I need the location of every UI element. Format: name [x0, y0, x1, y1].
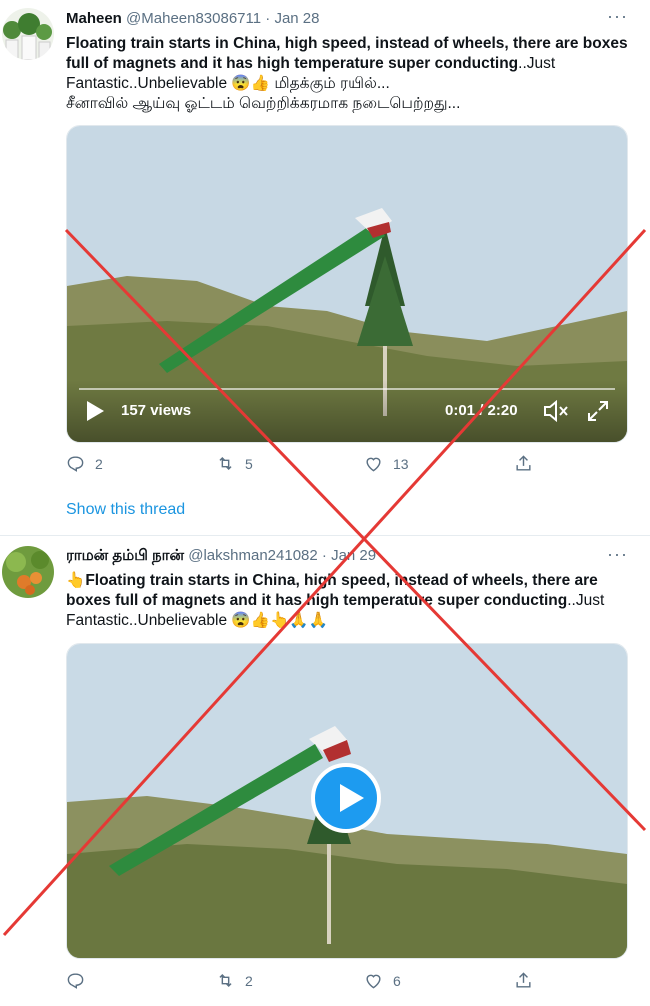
tweet-1[interactable]: Maheen @Maheen83086711 · Jan 28 ··· Floa… — [0, 0, 650, 530]
retweet-count: 2 — [245, 972, 253, 989]
tweet-date[interactable]: Jan 28 — [274, 10, 319, 27]
tweet-text: Floating train starts in China, high spe… — [66, 34, 636, 114]
mute-icon[interactable] — [543, 400, 569, 422]
more-options-icon[interactable]: ··· — [607, 544, 628, 565]
retweet-icon — [219, 456, 232, 471]
share-icon — [516, 455, 531, 471]
avatar[interactable] — [2, 546, 54, 598]
retweet-button[interactable]: 2 — [216, 971, 253, 990]
video-time: 0:01 / 2:20 — [445, 402, 518, 419]
tweet-text: 👆Floating train starts in China, high sp… — [66, 571, 636, 631]
like-button[interactable]: 6 — [364, 971, 401, 990]
like-button[interactable]: 13 — [364, 454, 409, 473]
reply-icon — [67, 456, 84, 472]
tweet-date[interactable]: Jan 29 — [331, 547, 376, 564]
avatar[interactable] — [2, 8, 54, 60]
handle[interactable]: @lakshman241082 — [188, 547, 317, 564]
share-icon — [516, 972, 531, 988]
tweet-actions: 2 5 13 — [66, 454, 536, 476]
like-icon — [366, 457, 381, 472]
video-progress-bar[interactable] — [79, 388, 615, 390]
reply-button[interactable] — [66, 971, 95, 990]
separator: · — [321, 547, 327, 564]
play-icon[interactable] — [85, 400, 105, 422]
tweet-text-bold: Floating train starts in China, high spe… — [66, 572, 598, 609]
more-options-icon[interactable]: ··· — [607, 6, 628, 27]
tweet-actions: 2 6 — [66, 971, 536, 993]
display-name[interactable]: ராமன் தம்பி நான் — [66, 547, 184, 564]
video-player[interactable] — [66, 643, 628, 959]
reply-count: 2 — [95, 455, 103, 472]
tweet-header: Maheen @Maheen83086711 · Jan 28 — [66, 10, 319, 27]
view-count: 157 views — [121, 402, 192, 419]
reply-icon — [67, 973, 84, 989]
play-icon[interactable] — [311, 763, 381, 833]
video-player[interactable]: 157 views 0:01 / 2:20 — [66, 125, 628, 443]
fullscreen-icon[interactable] — [587, 400, 609, 422]
reply-button[interactable]: 2 — [66, 454, 103, 473]
tweet-2[interactable]: ராமன் தம்பி நான் @lakshman241082 · Jan 2… — [0, 536, 650, 1006]
like-icon — [366, 974, 381, 989]
share-button[interactable] — [514, 454, 543, 473]
like-count: 6 — [393, 972, 401, 989]
handle[interactable]: @Maheen83086711 — [126, 10, 261, 27]
like-count: 13 — [393, 455, 409, 472]
tweet-header: ராமன் தம்பி நான் @lakshman241082 · Jan 2… — [66, 547, 376, 566]
show-thread-link[interactable]: Show this thread — [66, 501, 185, 519]
retweet-count: 5 — [245, 455, 253, 472]
tweet-text-tamil: சீனாவில் ஆய்வு ஓட்டம் வெற்றிக்கரமாக நடைப… — [66, 95, 461, 112]
display-name[interactable]: Maheen — [66, 10, 122, 27]
retweet-button[interactable]: 5 — [216, 454, 253, 473]
share-button[interactable] — [514, 971, 543, 990]
separator: · — [265, 10, 271, 27]
video-controls: 157 views 0:01 / 2:20 — [67, 380, 627, 442]
retweet-icon — [219, 973, 232, 988]
pointing-up-emoji: 👆 — [66, 572, 86, 589]
